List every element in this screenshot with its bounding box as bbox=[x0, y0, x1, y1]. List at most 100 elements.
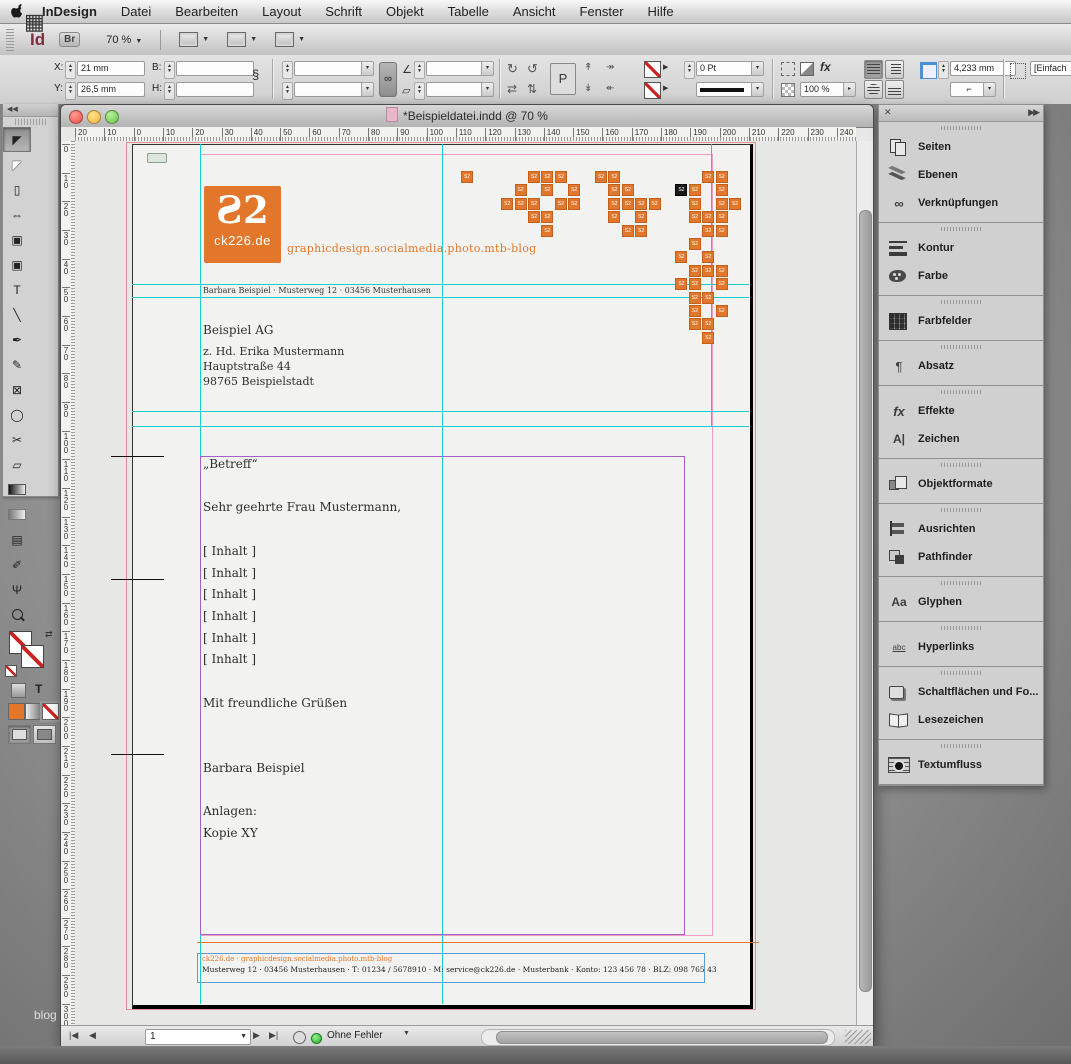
stroke-color-swatch[interactable] bbox=[644, 61, 661, 78]
gradient-tool[interactable] bbox=[3, 477, 31, 502]
view-options-button[interactable]: ▼ bbox=[179, 32, 209, 47]
height-field[interactable] bbox=[176, 82, 254, 97]
direct-selection-tool[interactable]: ◤ bbox=[3, 152, 31, 177]
dock-expand-icon[interactable]: ▶▶ bbox=[1028, 107, 1038, 118]
zoom-tool[interactable] bbox=[3, 602, 31, 627]
flip-vertical-icon[interactable]: ⇅ bbox=[527, 82, 537, 96]
stroke-style-dropdown[interactable] bbox=[696, 82, 756, 97]
preview-mode-button[interactable] bbox=[33, 725, 56, 744]
panel-group-grip[interactable] bbox=[941, 508, 981, 512]
panel-button-kontur[interactable]: Kontur bbox=[879, 234, 1043, 262]
panel-group-grip[interactable] bbox=[941, 671, 981, 675]
line-tool[interactable]: ╲ bbox=[3, 302, 31, 327]
panel-button-farbfelder[interactable]: Farbfelder bbox=[879, 307, 1043, 335]
preflight-caret-icon[interactable]: ▼ bbox=[403, 1030, 410, 1037]
panel-button-objektformate[interactable]: Objektformate bbox=[879, 470, 1043, 498]
panel-button-farbe[interactable]: Farbe bbox=[879, 262, 1043, 290]
menu-layout[interactable]: Layout bbox=[250, 0, 313, 23]
rotation-field[interactable] bbox=[426, 61, 486, 76]
pen-tool[interactable]: ✒ bbox=[3, 327, 31, 352]
zoom-level-dropdown[interactable]: 70 %▼ bbox=[106, 34, 142, 46]
opacity-dropdown[interactable]: ▸ bbox=[843, 82, 856, 97]
scale-y-field[interactable] bbox=[294, 82, 366, 97]
panel-button-effekte[interactable]: fxEffekte bbox=[879, 397, 1043, 425]
guide-horizontal-4[interactable] bbox=[132, 426, 749, 427]
x-field[interactable]: 21 mm bbox=[77, 61, 145, 76]
select-next-object-icon[interactable]: ↠ bbox=[606, 62, 614, 73]
vertical-scrollbar-thumb[interactable] bbox=[859, 210, 872, 992]
rotation-stepper[interactable]: ▲▼ bbox=[414, 61, 425, 79]
height-stepper[interactable]: ▲▼ bbox=[164, 82, 175, 100]
scale-y-stepper[interactable]: ▲▼ bbox=[282, 82, 293, 100]
effects-icon[interactable]: fx bbox=[820, 60, 831, 74]
stroke-style-caret[interactable]: ▾ bbox=[751, 82, 764, 97]
pencil-tool[interactable]: ✎ bbox=[3, 352, 31, 377]
flip-horizontal-icon[interactable]: ⇄ bbox=[507, 82, 517, 96]
panel-button-pathfinder[interactable]: Pathfinder bbox=[879, 543, 1043, 571]
link-scale-button[interactable]: ∞ bbox=[379, 62, 397, 97]
ruler-origin-corner[interactable] bbox=[61, 127, 76, 142]
panel-group-grip[interactable] bbox=[941, 744, 981, 748]
panel-button-verknüpfungen[interactable]: ∞Verknüpfungen bbox=[879, 189, 1043, 217]
panel-group-grip[interactable] bbox=[941, 345, 981, 349]
vertical-ruler[interactable]: 0102030405060708090100110120130140150160… bbox=[61, 141, 76, 1025]
content-placer-tool[interactable]: ▣ bbox=[3, 252, 31, 277]
opacity-field[interactable]: 100 % bbox=[800, 82, 848, 97]
no-text-wrap-button[interactable] bbox=[864, 60, 883, 79]
scale-x-field[interactable] bbox=[294, 61, 366, 76]
arrange-documents-button[interactable]: ▼ bbox=[275, 32, 305, 47]
bridge-button[interactable]: Br bbox=[59, 32, 80, 47]
stroke-weight-stepper[interactable]: ▲▼ bbox=[684, 61, 695, 79]
select-previous-object-icon[interactable]: ↟ bbox=[584, 62, 592, 73]
apply-gradient-button[interactable] bbox=[25, 703, 42, 720]
shear-dropdown[interactable]: ▾ bbox=[481, 82, 494, 97]
vertical-scrollbar[interactable] bbox=[856, 141, 873, 1025]
menu-indesign[interactable]: InDesign bbox=[34, 0, 109, 23]
stroke-weight-dropdown[interactable]: ▾ bbox=[751, 61, 764, 76]
screen-mode-button[interactable]: ▼ bbox=[227, 32, 257, 47]
panel-button-schaltflächen-und-fo-[interactable]: Schaltflächen und Fo... bbox=[879, 678, 1043, 706]
note-tool[interactable]: ▤ bbox=[3, 527, 31, 552]
reference-point-proxy[interactable]: ▦ bbox=[24, 9, 45, 35]
fill-swatch-arrow-icon[interactable]: ▶ bbox=[663, 84, 668, 92]
x-stepper[interactable]: ▲▼ bbox=[65, 61, 76, 79]
panel-group-grip[interactable] bbox=[941, 581, 981, 585]
wrap-bounding-box-button[interactable] bbox=[885, 60, 904, 79]
panel-button-glyphen[interactable]: AaGlyphen bbox=[879, 588, 1043, 616]
horizontal-scrollbar-thumb[interactable] bbox=[496, 1031, 828, 1044]
apply-none-button[interactable] bbox=[42, 703, 59, 720]
menu-fenster[interactable]: Fenster bbox=[567, 0, 635, 23]
scale-x-dropdown[interactable]: ▾ bbox=[361, 61, 374, 76]
panel-button-hyperlinks[interactable]: abcHyperlinks bbox=[879, 633, 1043, 661]
corner-radius-field[interactable]: 4,233 mm bbox=[950, 61, 1016, 76]
apply-color-button[interactable] bbox=[8, 703, 25, 720]
horizontal-ruler[interactable]: 2010010203040506070809010011012013014015… bbox=[75, 127, 856, 142]
swap-fill-stroke-icon[interactable]: ⇄ bbox=[45, 629, 53, 640]
panel-group-grip[interactable] bbox=[941, 463, 981, 467]
wrap-object-shape-button[interactable] bbox=[864, 80, 883, 99]
type-tool[interactable]: T bbox=[3, 277, 31, 302]
next-page-button[interactable]: ▶ bbox=[253, 1030, 260, 1041]
shear-stepper[interactable]: ▲▼ bbox=[414, 82, 425, 100]
last-page-button[interactable]: ▶| bbox=[269, 1030, 278, 1041]
dock-close-icon[interactable]: ✕ bbox=[884, 107, 892, 118]
object-style-field[interactable]: [Einfach bbox=[1030, 61, 1071, 76]
panel-button-lesezeichen[interactable]: Lesezeichen bbox=[879, 706, 1043, 734]
width-stepper[interactable]: ▲▼ bbox=[164, 61, 175, 79]
rotation-dropdown[interactable]: ▾ bbox=[481, 61, 494, 76]
rectangle-frame-tool[interactable]: ⊠ bbox=[3, 377, 31, 402]
window-title-bar[interactable]: *Beispieldatei.indd @ 70 % bbox=[61, 105, 873, 128]
select-container-button[interactable]: P bbox=[550, 63, 576, 95]
scale-x-stepper[interactable]: ▲▼ bbox=[282, 61, 293, 79]
menu-datei[interactable]: Datei bbox=[109, 0, 163, 23]
hand-tool[interactable]: Ψ bbox=[3, 577, 31, 602]
panel-button-textumfluss[interactable]: Textumfluss bbox=[879, 751, 1043, 779]
ellipse-tool[interactable]: ◯ bbox=[3, 402, 31, 427]
object-style-icon[interactable] bbox=[1010, 63, 1026, 79]
previous-page-button[interactable]: ◀ bbox=[89, 1030, 96, 1041]
menu-ansicht[interactable]: Ansicht bbox=[501, 0, 568, 23]
horizontal-scrollbar[interactable] bbox=[481, 1029, 835, 1046]
content-collector-tool[interactable]: ▣ bbox=[3, 227, 31, 252]
formatting-affects-text-button[interactable]: T bbox=[35, 682, 42, 696]
constrain-proportions-icon[interactable]: § bbox=[252, 67, 259, 82]
